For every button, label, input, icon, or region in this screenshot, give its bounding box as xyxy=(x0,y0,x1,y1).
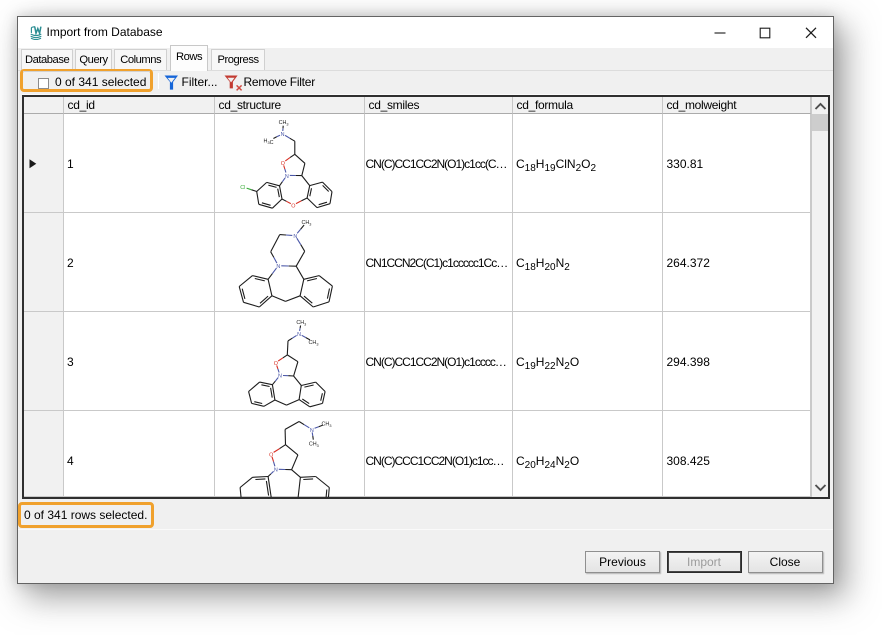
svg-text:CH3: CH3 xyxy=(301,220,311,226)
svg-text:O: O xyxy=(291,203,295,209)
svg-text:CH3: CH3 xyxy=(278,120,288,126)
svg-text:N: N xyxy=(309,427,313,433)
svg-text:CH3: CH3 xyxy=(321,421,331,427)
svg-text:N: N xyxy=(297,332,301,338)
svg-text:H3C: H3C xyxy=(263,138,273,145)
svg-text:O: O xyxy=(269,452,273,458)
svg-text:CH3: CH3 xyxy=(308,441,318,447)
svg-text:Cl: Cl xyxy=(240,185,245,191)
svg-text:O: O xyxy=(273,361,277,367)
svg-text:CH3: CH3 xyxy=(308,340,318,346)
svg-text:N: N xyxy=(284,173,288,179)
svg-text:N: N xyxy=(273,467,277,473)
svg-text:N: N xyxy=(276,264,280,270)
svg-text:N: N xyxy=(280,132,284,138)
svg-text:N: N xyxy=(278,373,282,379)
svg-text:CH3: CH3 xyxy=(296,320,306,326)
svg-text:N: N xyxy=(293,234,297,240)
svg-text:O: O xyxy=(280,161,284,167)
